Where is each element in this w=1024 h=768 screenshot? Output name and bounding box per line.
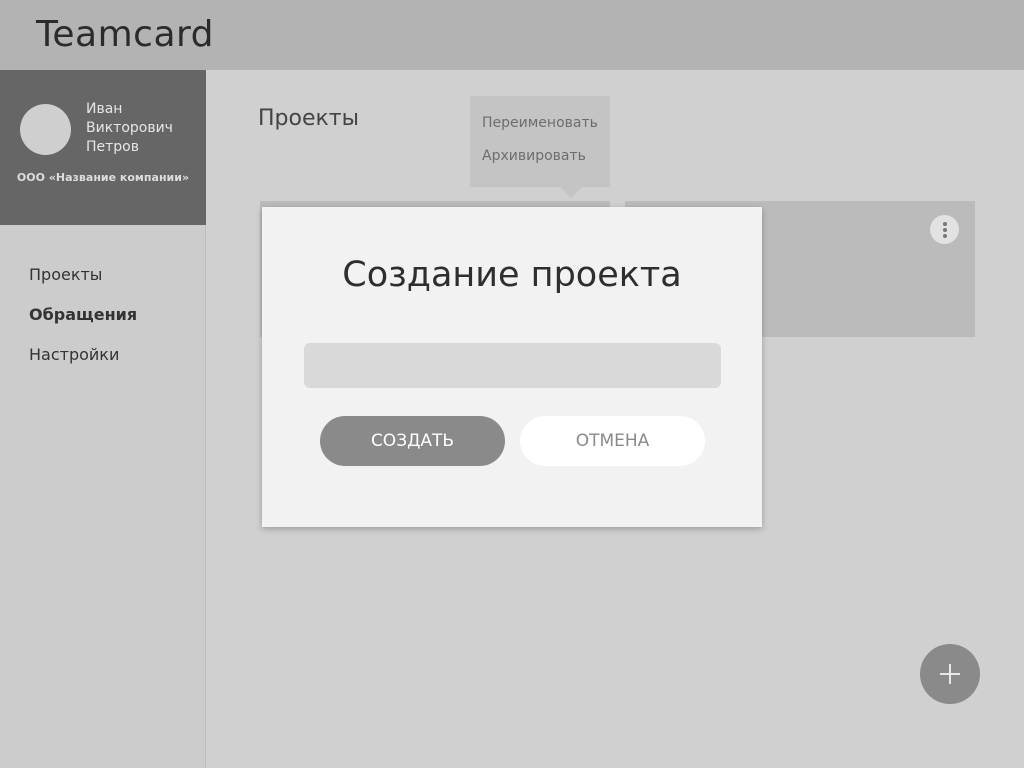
sidebar: Иван Викторович Петров ООО «Название ком…: [0, 70, 206, 768]
user-first-name: Иван: [86, 101, 123, 117]
more-vertical-icon[interactable]: [930, 215, 959, 244]
user-name: Иван Викторович Петров: [86, 100, 196, 157]
page-title: Проекты: [258, 106, 359, 131]
context-menu: Переименовать Архивировать: [470, 96, 610, 198]
user-middle-name: Викторович: [86, 120, 173, 136]
create-project-dialog: Создание проекта СОЗДАТЬ ОТМЕНА: [262, 207, 762, 527]
dialog-title: Создание проекта: [342, 255, 682, 295]
menu-item-rename[interactable]: Переименовать: [482, 115, 598, 131]
sidebar-item-projects[interactable]: Проекты: [29, 263, 137, 303]
sidebar-nav: Проекты Обращения Настройки: [29, 263, 137, 383]
add-project-button[interactable]: [920, 644, 980, 704]
company-name: ООО «Название компании»: [16, 171, 190, 184]
create-button[interactable]: СОЗДАТЬ: [320, 416, 505, 466]
app-title: Teamcard: [36, 14, 215, 55]
cancel-button[interactable]: ОТМЕНА: [520, 416, 705, 466]
avatar[interactable]: [20, 104, 71, 155]
sidebar-item-requests[interactable]: Обращения: [29, 303, 137, 343]
user-last-name: Петров: [86, 139, 139, 155]
app-header: Teamcard: [0, 0, 1024, 70]
sidebar-item-settings[interactable]: Настройки: [29, 343, 137, 383]
user-profile: Иван Викторович Петров ООО «Название ком…: [0, 70, 206, 225]
project-name-input[interactable]: [304, 343, 721, 388]
menu-item-archive[interactable]: Архивировать: [482, 148, 586, 164]
